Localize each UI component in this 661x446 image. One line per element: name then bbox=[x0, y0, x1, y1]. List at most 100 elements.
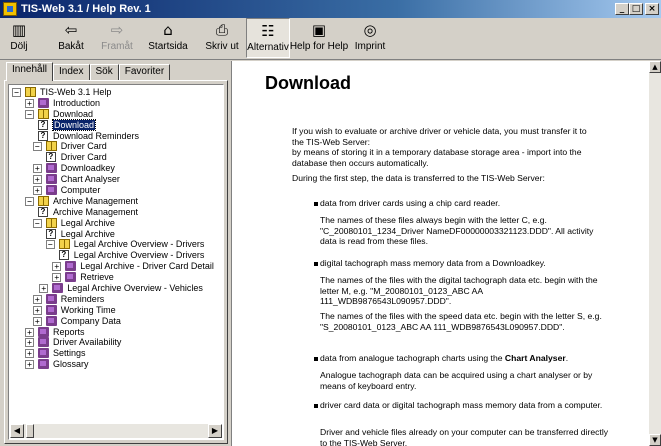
minimize-button[interactable]: _ bbox=[615, 3, 629, 15]
expand-icon[interactable]: + bbox=[25, 327, 34, 337]
tree-node[interactable]: + Settings bbox=[9, 348, 223, 359]
tree-node-label[interactable]: Retrieve bbox=[80, 272, 114, 282]
tree-node-label[interactable]: Glossary bbox=[53, 359, 89, 369]
tree-node-label[interactable]: Reminders bbox=[61, 294, 105, 304]
tab-index[interactable]: Index bbox=[53, 64, 90, 80]
tree-node[interactable]: + Glossary bbox=[9, 359, 223, 370]
tree-node-label[interactable]: Driver Card bbox=[61, 152, 107, 162]
scroll-left-button[interactable]: ◀ bbox=[10, 424, 24, 438]
tree-node-label[interactable]: Legal Archive bbox=[61, 218, 115, 228]
tree-node-label[interactable]: Download Reminders bbox=[53, 131, 139, 141]
tree-node-label[interactable]: Computer bbox=[61, 185, 101, 195]
tree-node-label[interactable]: TIS-Web 3.1 Help bbox=[40, 87, 111, 97]
expand-icon[interactable]: + bbox=[32, 316, 42, 326]
tree-node[interactable]: ? Legal Archive Overview - Drivers bbox=[9, 250, 223, 261]
expand-icon[interactable]: + bbox=[25, 360, 34, 370]
tree-node[interactable]: + Retrieve bbox=[9, 272, 223, 283]
tree-node[interactable]: + Driver Availability bbox=[9, 337, 223, 348]
expand-icon[interactable]: + bbox=[32, 175, 42, 185]
tree-node[interactable]: ? Download Reminders bbox=[9, 130, 223, 142]
tree-node[interactable]: + Legal Archive - Driver Card Detail bbox=[9, 261, 223, 272]
expand-icon[interactable]: + bbox=[25, 98, 34, 108]
scroll-thumb[interactable] bbox=[26, 424, 34, 438]
home-button[interactable]: ⌂ Startsida bbox=[144, 18, 192, 58]
closed-book-icon bbox=[45, 174, 57, 185]
collapse-icon[interactable]: − bbox=[25, 196, 34, 206]
tree-node-label[interactable]: Archive Management bbox=[53, 207, 138, 217]
tab-contents[interactable]: Innehåll bbox=[6, 62, 54, 81]
tree-node[interactable]: − Download bbox=[9, 108, 223, 120]
scroll-down-button[interactable]: ▼ bbox=[649, 434, 661, 446]
collapse-icon[interactable]: − bbox=[45, 240, 55, 250]
help-for-help-button[interactable]: ▣ Help for Help bbox=[290, 18, 348, 58]
tree-node[interactable]: ? Driver Card bbox=[9, 152, 223, 163]
tree-node-label[interactable]: Download bbox=[53, 109, 93, 119]
close-button[interactable]: × bbox=[645, 3, 659, 15]
tree-node-label[interactable]: Downloadkey bbox=[61, 163, 115, 173]
forward-button[interactable]: ⇨ Framåt bbox=[94, 18, 140, 58]
tree-node[interactable]: + Downloadkey bbox=[9, 163, 223, 174]
closed-book-icon bbox=[38, 348, 49, 359]
tree-node[interactable]: − Archive Management bbox=[9, 195, 223, 207]
expand-icon[interactable]: + bbox=[25, 338, 34, 348]
expand-icon[interactable]: + bbox=[32, 186, 42, 196]
open-book-icon bbox=[25, 87, 36, 97]
collapse-icon[interactable]: − bbox=[32, 142, 42, 152]
tree-node[interactable]: + Introduction bbox=[9, 97, 223, 109]
tree-node-label[interactable]: Settings bbox=[53, 348, 86, 358]
tree-node[interactable]: + Reminders bbox=[9, 293, 223, 305]
tree-node-label[interactable]: Legal Archive bbox=[61, 229, 115, 239]
tree-node[interactable]: + Working Time bbox=[9, 304, 223, 316]
tree-node[interactable]: − Driver Card bbox=[9, 141, 223, 152]
tree-node[interactable]: − Legal Archive bbox=[9, 217, 223, 229]
tree-node[interactable]: + Legal Archive Overview - Vehicles bbox=[9, 283, 223, 294]
tree-node[interactable]: + Reports bbox=[9, 326, 223, 338]
expand-icon[interactable]: + bbox=[39, 284, 49, 294]
options-button[interactable]: ☷ Alternativ bbox=[246, 18, 290, 58]
tree-node-label[interactable]: Legal Archive - Driver Card Detail bbox=[80, 261, 214, 271]
tree-node-label[interactable]: Archive Management bbox=[53, 196, 138, 206]
tree-horizontal-scrollbar[interactable]: ◀ ▶ bbox=[10, 424, 222, 438]
print-button[interactable]: ⎙ Skriv ut bbox=[202, 18, 242, 58]
content-vertical-scrollbar[interactable]: ▲ ▼ bbox=[649, 61, 661, 446]
tree-node-label[interactable]: Working Time bbox=[61, 305, 116, 315]
expand-icon[interactable]: + bbox=[25, 349, 34, 359]
expand-icon[interactable]: + bbox=[32, 294, 42, 304]
collapse-icon[interactable]: − bbox=[25, 109, 34, 119]
bullet-downloadkey: digital tachograph mass memory data from… bbox=[320, 258, 546, 268]
tree-node-label[interactable]: Legal Archive Overview - Drivers bbox=[74, 239, 205, 249]
imprint-button[interactable]: ◎ Imprint bbox=[350, 18, 390, 58]
scroll-right-button[interactable]: ▶ bbox=[208, 424, 222, 438]
expand-icon[interactable]: + bbox=[32, 305, 42, 315]
tree-node-label[interactable]: Reports bbox=[53, 327, 85, 337]
tree-node-label[interactable]: Driver Card bbox=[61, 141, 107, 151]
chart-analyser-link[interactable]: Chart Analyser bbox=[505, 353, 566, 363]
tab-search[interactable]: Sök bbox=[89, 64, 119, 80]
tree-node-label[interactable]: Download bbox=[51, 118, 97, 131]
collapse-icon[interactable]: − bbox=[12, 88, 21, 97]
scroll-up-button[interactable]: ▲ bbox=[649, 61, 661, 73]
tree-node-label[interactable]: Company Data bbox=[61, 316, 121, 326]
tree-node[interactable]: ? Legal Archive bbox=[9, 228, 223, 240]
maximize-button[interactable]: □ bbox=[629, 3, 643, 15]
tree-node-label[interactable]: Introduction bbox=[53, 98, 100, 108]
tree-node[interactable]: − Legal Archive Overview - Drivers bbox=[9, 239, 223, 250]
tree-node-label[interactable]: Chart Analyser bbox=[61, 174, 120, 184]
tree-node[interactable]: + Company Data bbox=[9, 315, 223, 327]
tree-node[interactable]: ? Download bbox=[9, 118, 223, 131]
tree-node-label[interactable]: Legal Archive Overview - Vehicles bbox=[67, 283, 203, 293]
tree-node-label[interactable]: Driver Availability bbox=[53, 337, 121, 347]
hide-button[interactable]: ▥ Dölj bbox=[4, 18, 34, 58]
tree-node[interactable]: + Chart Analyser bbox=[9, 174, 223, 185]
tree-node-label[interactable]: Legal Archive Overview - Drivers bbox=[74, 250, 205, 260]
closed-book-icon bbox=[45, 304, 57, 315]
tree-node[interactable]: − TIS-Web 3.1 Help bbox=[9, 87, 223, 98]
expand-icon[interactable]: + bbox=[52, 273, 62, 283]
tab-favorites[interactable]: Favoriter bbox=[118, 64, 171, 80]
back-button[interactable]: ⇦ Bakåt bbox=[48, 18, 94, 58]
tree-node[interactable]: ? Archive Management bbox=[9, 206, 223, 218]
expand-icon[interactable]: + bbox=[52, 262, 62, 272]
tree-node[interactable]: + Computer bbox=[9, 185, 223, 196]
expand-icon[interactable]: + bbox=[32, 164, 42, 174]
collapse-icon[interactable]: − bbox=[32, 218, 42, 228]
